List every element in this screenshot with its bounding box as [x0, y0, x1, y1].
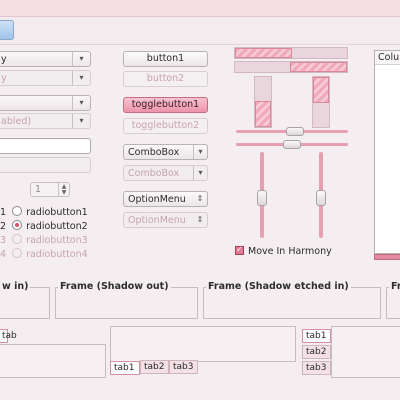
progress-fill: [235, 48, 292, 58]
radio-indicator[interactable]: [12, 206, 23, 216]
radiobutton2-label: radiobutton2: [26, 221, 88, 232]
frame-4-label: Fr: [389, 281, 400, 292]
vscale-handle-2[interactable]: [316, 190, 326, 206]
hscale-handle-1[interactable]: [286, 127, 304, 136]
move-in-harmony-checkbox[interactable]: Move In Harmony: [235, 244, 332, 258]
chevron-down-icon: ▾: [72, 114, 90, 128]
window-top-band: [0, 0, 400, 17]
updown-icon: ⇕: [196, 215, 204, 224]
text-entry-disabled: [0, 157, 91, 173]
notebook-right-tab1[interactable]: tab1: [302, 329, 331, 343]
list-column-header[interactable]: Colu: [375, 51, 400, 65]
optionmenu-2-disabled: OptionMenu ⇕: [123, 212, 208, 228]
optionmenu-1[interactable]: OptionMenu ⇕: [123, 191, 208, 207]
radio-row-2[interactable]: 2 radiobutton2: [0, 220, 88, 233]
vscale-handle-1[interactable]: [257, 190, 267, 206]
togglebutton2-disabled: togglebutton2: [123, 118, 208, 134]
notebook-right-tab3[interactable]: tab3: [302, 361, 331, 375]
chevron-down-icon: ▾: [193, 166, 207, 180]
combo-entry-1-text: y: [1, 54, 7, 65]
combo-entry-2-text: y: [1, 73, 7, 84]
chevron-down-icon: ▾: [72, 52, 90, 66]
togglebutton1[interactable]: togglebutton1: [123, 97, 208, 113]
radio-indicator-disabled: [12, 248, 23, 258]
radio-row-3-disabled: 3 radiobutton3: [0, 234, 88, 246]
spin-arrows-icon[interactable]: ▲ ▼: [58, 183, 69, 196]
notebook-right-tab2[interactable]: tab2: [302, 345, 331, 359]
frame-shadow-etched-in-label: Frame (Shadow etched in): [206, 281, 351, 292]
radio-indicator-selected[interactable]: [12, 220, 23, 230]
combo-entry-2-disabled: y ▾: [0, 70, 91, 86]
notebook-bottom-tab2[interactable]: tab2: [140, 360, 169, 374]
text-entry[interactable]: [0, 138, 91, 154]
notebook-right-panel: [331, 326, 400, 378]
frame-shadow-out-label: Frame (Shadow out): [58, 281, 171, 292]
progress-fill: [255, 101, 271, 127]
combobox-2-text: ComboBox: [128, 168, 180, 179]
notebook-bottom-tab3[interactable]: tab3: [169, 360, 198, 374]
hscale-handle-2[interactable]: [283, 140, 301, 149]
list-scrollbar[interactable]: [374, 254, 400, 260]
button2-disabled: button2: [123, 71, 208, 87]
spin-button-value: 1: [35, 184, 42, 195]
combo-entry-1[interactable]: y ▾: [0, 51, 91, 67]
notebook-left-panel: [0, 344, 106, 378]
chevron-down-icon: ▾: [72, 96, 90, 110]
optionmenu-1-text: OptionMenu: [128, 194, 186, 205]
button1[interactable]: button1: [123, 51, 208, 67]
radio-indicator-disabled: [12, 234, 23, 244]
progress-bar-horizontal-1: [234, 47, 348, 59]
toolbar: [0, 17, 400, 45]
radiobutton1-label: radiobutton1: [26, 207, 88, 218]
combobox-2-disabled: ComboBox ▾: [123, 165, 208, 181]
notebook-left-tab[interactable]: tab: [0, 329, 17, 343]
radio-row-1[interactable]: 1 radiobutton1: [0, 206, 88, 219]
checkbox-checked-icon[interactable]: [235, 244, 244, 256]
notebook-bottom-tab1[interactable]: tab1: [110, 361, 140, 375]
combobox-1-text: ComboBox: [128, 147, 180, 158]
progress-bar-horizontal-2: [234, 61, 348, 73]
progress-bar-vertical-2: [312, 76, 330, 128]
progress-fill: [290, 62, 347, 72]
chevron-down-icon: ▾: [193, 145, 207, 159]
spin-button[interactable]: 1 ▲ ▼: [30, 182, 70, 197]
combo-box-3[interactable]: ▾: [0, 95, 91, 111]
chevron-down-icon: ▾: [72, 71, 90, 85]
notebook-bottom-panel: [110, 326, 296, 362]
radiobutton4-label: radiobutton4: [26, 249, 88, 260]
combo-box-4-disabled: abled) ▾: [0, 113, 91, 129]
tree-list[interactable]: Colu: [374, 50, 400, 254]
progress-bar-vertical-1: [254, 76, 272, 128]
toolbar-button[interactable]: [0, 20, 14, 40]
radio-row-4-disabled: 4 radiobutton4: [0, 248, 88, 260]
progress-fill: [313, 77, 329, 103]
radiobutton3-label: radiobutton3: [26, 235, 88, 246]
combo-box-4-text: abled): [1, 116, 32, 127]
move-in-harmony-label: Move In Harmony: [248, 246, 332, 257]
frame-shadow-in-label: w in): [0, 281, 31, 292]
combobox-1[interactable]: ComboBox ▾: [123, 144, 208, 160]
optionmenu-2-text: OptionMenu: [128, 215, 186, 226]
updown-icon: ⇕: [196, 194, 204, 203]
